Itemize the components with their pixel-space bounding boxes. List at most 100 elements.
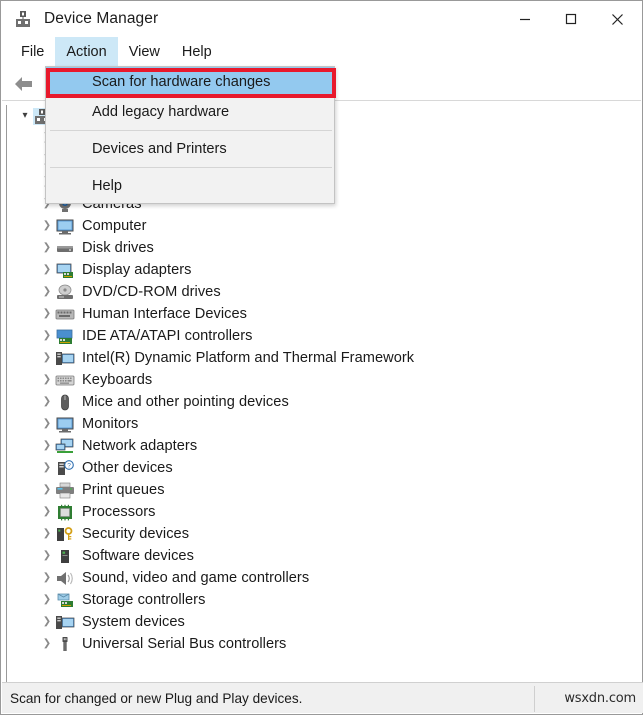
chevron-right-icon[interactable]: ❯	[39, 375, 55, 385]
tree-row[interactable]: ❯ Intel(R) Dynamic Platform and Thermal …	[7, 347, 639, 369]
tree-row-label: Mice and other pointing devices	[82, 394, 289, 410]
maximize-button[interactable]	[548, 3, 594, 35]
usb-icon	[55, 636, 75, 653]
printer-icon	[55, 482, 75, 499]
tree-row-label: Display adapters	[82, 262, 192, 278]
chevron-down-icon[interactable]: ▾	[17, 111, 33, 121]
menu-action[interactable]: Action	[55, 37, 118, 67]
tree-row[interactable]: ❯ Monitors	[7, 413, 639, 435]
speaker-icon	[55, 570, 75, 587]
mouse-icon	[55, 394, 75, 411]
menu-item-help[interactable]: Help	[46, 171, 334, 201]
chevron-right-icon[interactable]: ❯	[39, 573, 55, 583]
chevron-right-icon[interactable]: ❯	[39, 463, 55, 473]
tree-row[interactable]: ❯ Mice and other pointing devices	[7, 391, 639, 413]
tree-row[interactable]: ❯ Storage controllers	[7, 589, 639, 611]
chevron-right-icon[interactable]: ❯	[39, 265, 55, 275]
tree-row[interactable]: ❯ Sound, video and game controllers	[7, 567, 639, 589]
tree-row-label: Keyboards	[82, 372, 153, 388]
tree-row[interactable]: ❯ DVD/CD-ROM drives	[7, 281, 639, 303]
device-manager-window: Device Manager File Action View Help ▾ C…	[0, 0, 643, 715]
ide-controller-icon	[55, 328, 75, 345]
network-adapter-icon	[55, 438, 75, 455]
menu-item-devices-and-printers[interactable]: Devices and Printers	[46, 134, 334, 164]
action-menu-dropdown[interactable]: Scan for hardware changes Add legacy har…	[45, 66, 335, 204]
system-device-icon	[55, 614, 75, 631]
chevron-right-icon[interactable]: ❯	[39, 331, 55, 341]
chevron-right-icon[interactable]: ❯	[39, 639, 55, 649]
status-divider	[534, 686, 535, 712]
tree-row-label: System devices	[82, 614, 185, 630]
chevron-right-icon[interactable]: ❯	[39, 595, 55, 605]
keyboard-icon	[55, 372, 75, 389]
tree-row-label: Print queues	[82, 482, 165, 498]
tree-row-label: Other devices	[82, 460, 173, 476]
back-arrow-icon[interactable]	[9, 71, 39, 97]
status-bar: Scan for changed or new Plug and Play de…	[2, 682, 643, 713]
tree-row-label: Processors	[82, 504, 156, 520]
chevron-right-icon[interactable]: ❯	[39, 419, 55, 429]
tree-row-label: Software devices	[82, 548, 194, 564]
monitor-icon	[55, 416, 75, 433]
chevron-right-icon[interactable]: ❯	[39, 617, 55, 627]
tree-row[interactable]: ❯ ? Other devices	[7, 457, 639, 479]
tree-row[interactable]: ❯ Network adapters	[7, 435, 639, 457]
tree-row[interactable]: ❯ Display adapters	[7, 259, 639, 281]
tree-row[interactable]: ❯ Computer	[7, 215, 639, 237]
tree-row-label: Human Interface Devices	[82, 306, 247, 322]
chevron-right-icon[interactable]: ❯	[39, 529, 55, 539]
tree-row-label: Network adapters	[82, 438, 198, 454]
tree-row-label: Computer	[82, 218, 147, 234]
tree-row-label: Sound, video and game controllers	[82, 570, 310, 586]
menu-item-add-legacy-hardware[interactable]: Add legacy hardware	[46, 97, 334, 127]
tree-row[interactable]: ❯ Human Interface Devices	[7, 303, 639, 325]
page-title: Device Manager	[44, 10, 159, 27]
tree-row[interactable]: ❯ Print queues	[7, 479, 639, 501]
software-device-icon	[55, 548, 75, 565]
tree-row-label: Disk drives	[82, 240, 154, 256]
chevron-right-icon[interactable]: ❯	[39, 507, 55, 517]
menu-separator	[50, 167, 332, 168]
close-button[interactable]	[594, 3, 640, 35]
tree-row-label: IDE ATA/ATAPI controllers	[82, 328, 253, 344]
chevron-right-icon[interactable]: ❯	[39, 397, 55, 407]
device-manager-icon	[14, 10, 32, 28]
chevron-right-icon[interactable]: ❯	[39, 551, 55, 561]
chevron-right-icon[interactable]: ❯	[39, 243, 55, 253]
chevron-right-icon[interactable]: ❯	[39, 309, 55, 319]
menu-help[interactable]: Help	[171, 37, 223, 67]
chevron-right-icon[interactable]: ❯	[39, 287, 55, 297]
tree-row[interactable]: ❯ Disk drives	[7, 237, 639, 259]
processor-icon	[55, 504, 75, 521]
storage-controller-icon	[55, 592, 75, 609]
tree-row-label: Storage controllers	[82, 592, 206, 608]
window-controls	[502, 3, 640, 35]
watermark: wsxdn.com	[564, 690, 636, 706]
menu-view[interactable]: View	[118, 37, 171, 67]
minimize-button[interactable]	[502, 3, 548, 35]
menu-file[interactable]: File	[10, 37, 55, 67]
system-device-icon	[55, 350, 75, 367]
tree-row[interactable]: ❯ Security devices	[7, 523, 639, 545]
tree-row[interactable]: ❯ Software devices	[7, 545, 639, 567]
security-device-icon	[55, 526, 75, 543]
tree-row[interactable]: ❯ System devices	[7, 611, 639, 633]
title-bar: Device Manager	[1, 1, 642, 37]
tree-row[interactable]: ❯ Processors	[7, 501, 639, 523]
chevron-right-icon[interactable]: ❯	[39, 485, 55, 495]
tree-row-label: DVD/CD-ROM drives	[82, 284, 221, 300]
chevron-right-icon[interactable]: ❯	[39, 441, 55, 451]
optical-drive-icon	[55, 284, 75, 301]
display-adapter-icon	[55, 262, 75, 279]
tree-row[interactable]: ❯ Universal Serial Bus controllers	[7, 633, 639, 655]
tree-row[interactable]: ❯ Keyboards	[7, 369, 639, 391]
tree-row[interactable]: ❯ IDE ATA/ATAPI controllers	[7, 325, 639, 347]
monitor-icon	[55, 218, 75, 235]
hid-icon	[55, 306, 75, 323]
tree-row-label: Intel(R) Dynamic Platform and Thermal Fr…	[82, 350, 415, 366]
menu-item-scan-for-hardware-changes[interactable]: Scan for hardware changes	[46, 67, 334, 97]
chevron-right-icon[interactable]: ❯	[39, 221, 55, 231]
tree-row-label: Universal Serial Bus controllers	[82, 636, 287, 652]
unknown-device-icon: ?	[55, 459, 75, 477]
chevron-right-icon[interactable]: ❯	[39, 353, 55, 363]
